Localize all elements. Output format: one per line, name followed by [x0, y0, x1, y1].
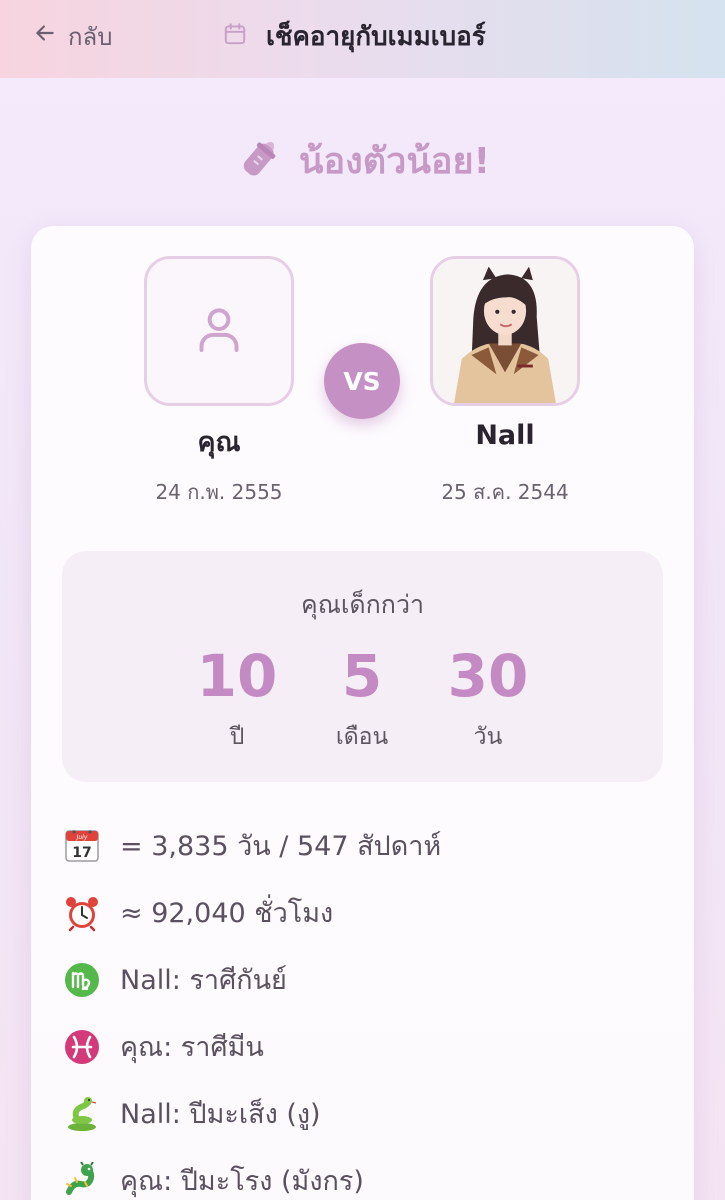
- headline-text: น้องตัวน้อย!: [298, 140, 491, 182]
- facts-list: July 17 = 3,835 วัน / 547 สัปดาห์ ≈ 92,04…: [62, 812, 662, 1200]
- top-bar: กลับ เช็คอายุกับเมมเบอร์: [0, 0, 725, 78]
- list-item: Nall: ราศีกันย์: [62, 946, 662, 1013]
- member-birthday: 25 ส.ค. 2544: [441, 480, 569, 504]
- snake-icon: [62, 1094, 102, 1134]
- svg-text:17: 17: [72, 845, 91, 861]
- baby-bottle-icon: [235, 133, 285, 187]
- list-item: ≈ 92,040 ชั่วโมง: [62, 879, 662, 946]
- list-item: คุณ: ปีมะโรง (มังกร): [62, 1147, 662, 1200]
- comparison-card: VS คุณ Nall 24 ก.พ. 2555 25 ส.ค. 2544 คุ…: [31, 226, 694, 1200]
- months-unit: เดือน: [335, 724, 389, 750]
- years-stat: 10 ปี: [167, 641, 307, 755]
- arrow-left-icon: [32, 20, 58, 52]
- list-item: Nall: ปีมะเส็ง (งู): [62, 1080, 662, 1147]
- days-value: 30: [447, 642, 529, 710]
- member-name: Nall: [475, 420, 535, 451]
- svg-text:July: July: [76, 834, 88, 841]
- dragon-icon: [62, 1161, 102, 1200]
- fact-text: Nall: ราศีกันย์: [120, 965, 287, 996]
- years-unit: ปี: [229, 724, 245, 750]
- user-icon: [191, 301, 247, 361]
- back-button[interactable]: กลับ: [32, 16, 112, 56]
- fact-text: คุณ: ปีมะโรง (มังกร): [120, 1166, 364, 1197]
- pisces-icon: [62, 1027, 102, 1067]
- age-difference-panel: คุณเด็กกว่า 10 ปี 5 เดือน 30 วัน: [62, 551, 663, 782]
- days-stat: 30 วัน: [418, 641, 558, 755]
- calendar-outline-icon: [222, 21, 248, 51]
- list-item: คุณ: ราศีมีน: [62, 1013, 662, 1080]
- fact-text: Nall: ปีมะเส็ง (งู): [120, 1099, 321, 1130]
- user-birthday: 24 ก.พ. 2555: [155, 480, 283, 504]
- page-title: เช็คอายุกับเมมเบอร์: [266, 21, 486, 52]
- title-group: เช็คอายุกับเมมเบอร์: [222, 16, 486, 56]
- user-avatar: [144, 256, 294, 406]
- difference-caption: คุณเด็กกว่า: [300, 590, 425, 619]
- virgo-icon: [62, 960, 102, 1000]
- member-photo: [430, 256, 580, 406]
- calendar-icon: July 17: [62, 826, 102, 866]
- result-headline: น้องตัวน้อย!: [0, 130, 725, 190]
- member-portrait-illustration: [433, 259, 577, 403]
- months-value: 5: [341, 642, 383, 710]
- list-item: July 17 = 3,835 วัน / 547 สัปดาห์: [62, 812, 662, 879]
- fact-text: = 3,835 วัน / 547 สัปดาห์: [120, 831, 442, 862]
- years-value: 10: [196, 642, 278, 710]
- back-label: กลับ: [68, 22, 113, 51]
- days-unit: วัน: [473, 724, 503, 750]
- months-stat: 5 เดือน: [292, 641, 432, 755]
- fact-text: คุณ: ราศีมีน: [120, 1032, 264, 1063]
- vs-badge: VS: [324, 343, 400, 419]
- fact-text: ≈ 92,040 ชั่วโมง: [120, 898, 334, 929]
- alarm-clock-icon: [62, 893, 102, 933]
- user-name: คุณ: [197, 427, 241, 458]
